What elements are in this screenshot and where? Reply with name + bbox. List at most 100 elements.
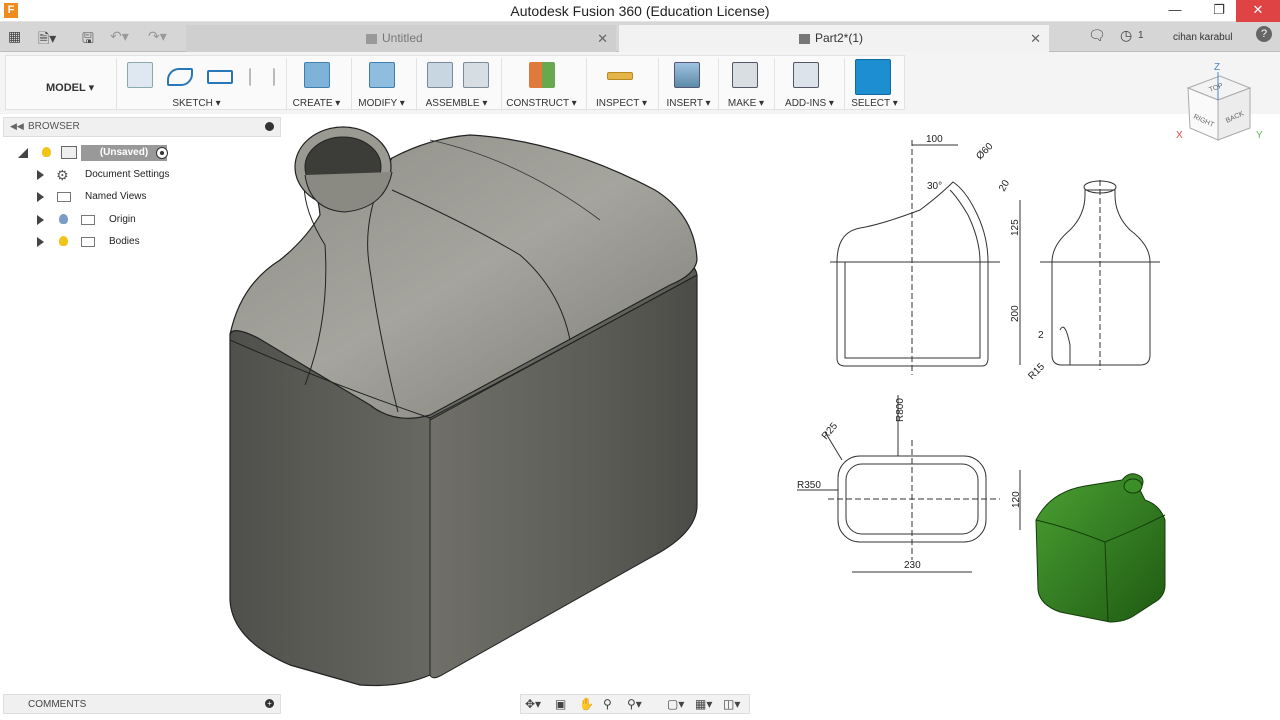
zoom-icon[interactable]: ⚲ [603,697,612,711]
dimension-icon[interactable] [249,68,275,86]
tab-part2[interactable]: Part2*(1) ✕ [619,25,1049,52]
construct-label: CONSTRUCT [506,98,569,109]
construct-group: CONSTRUCT ▾ [501,58,581,111]
collapse-icon[interactable] [18,148,28,158]
tree-item-label: Named Views [85,191,147,202]
component-icon [799,34,810,44]
sketch-menu[interactable]: SKETCH ▾ [117,98,276,109]
dim-r25: R25 [820,420,841,441]
browser-options-icon[interactable] [265,122,274,131]
bottle-3d-model[interactable] [229,126,698,687]
close-tab-icon[interactable]: ✕ [597,25,608,52]
insert-group: INSERT ▾ [658,58,718,111]
title-bar: F Autodesk Fusion 360 (Education License… [0,0,1280,22]
line-icon[interactable] [167,68,193,86]
viewcube-right-face: RIGHT [1192,113,1215,129]
tree-item-bodies[interactable]: Bodies [37,232,187,252]
collapse-panel-icon[interactable]: ◀◀ [10,121,24,132]
rectangle-icon[interactable] [207,70,233,84]
gear-icon: ⚙ [56,167,69,183]
visibility-bulb-icon[interactable] [42,147,51,157]
pan-icon[interactable]: ✋ [579,697,594,711]
make-menu[interactable]: MAKE ▾ [719,98,773,109]
viewports-icon[interactable]: ◫▾ [723,697,740,711]
insert-image-icon[interactable] [674,62,700,88]
dim-230: 230 [904,560,921,571]
select-icon[interactable] [855,59,891,95]
dim-r800: R800 [895,398,906,422]
3d-print-icon[interactable] [732,62,758,88]
dim-125: 125 [1010,219,1021,236]
folder-icon [81,215,95,225]
dim-20: 20 [997,178,1012,194]
inspect-menu[interactable]: INSPECT ▾ [587,98,656,109]
measure-icon[interactable] [607,72,633,80]
notifications-icon[interactable]: 🗨 [1088,27,1106,44]
help-icon[interactable]: ? [1256,26,1272,42]
assemble-menu[interactable]: ASSEMBLE ▾ [417,98,496,109]
assemble-label: ASSEMBLE [425,98,480,109]
drawing-dimensions: 100 Ø60 30° 20 125 200 2 R15 R800 R25 R3… [797,134,1047,571]
press-pull-icon[interactable] [369,62,395,88]
grid-icon[interactable]: ▦▾ [695,697,712,711]
expand-icon[interactable] [37,237,44,247]
offset-plane-icon[interactable] [529,62,555,88]
redo-icon[interactable]: ↷▾ [148,28,167,45]
tree-item-document-settings[interactable]: ⚙ Document Settings [37,165,187,185]
dim-120: 120 [1011,491,1022,508]
tree-item-label: Origin [109,214,136,225]
activate-dot [160,151,164,155]
visibility-bulb-icon[interactable] [59,236,68,246]
expand-icon[interactable] [37,170,44,180]
dim-2: 2 [1038,330,1044,341]
scripts-addins-icon[interactable] [793,62,819,88]
dim-angle-30: 30° [927,181,942,192]
undo-icon[interactable]: ↶▾ [110,28,129,45]
folder-icon [57,192,71,202]
tab-untitled[interactable]: Untitled ✕ [186,25,616,52]
close-window-button[interactable]: ✕ [1236,0,1280,22]
data-panel-icon[interactable]: ▦ [8,28,21,45]
fit-icon[interactable]: ⚲▾ [627,697,642,711]
insert-menu[interactable]: INSERT ▾ [659,98,718,109]
expand-icon[interactable] [37,215,44,225]
comments-panel[interactable]: COMMENTS + [3,694,281,714]
joint-icon[interactable] [463,62,489,88]
close-tab-icon[interactable]: ✕ [1030,25,1041,52]
orbit-icon[interactable]: ✥▾ [525,697,541,711]
dim-200: 200 [1010,305,1021,322]
browser-title: BROWSER [28,121,80,132]
root-component-label[interactable]: (Unsaved) [81,145,167,161]
browser-panel-header[interactable]: ◀◀ BROWSER [3,117,281,137]
create-sketch-icon[interactable] [127,62,153,88]
new-component-icon[interactable] [427,62,453,88]
workspace-switcher[interactable]: MODEL ▾ [46,81,94,94]
modify-label: MODIFY [358,98,397,109]
addins-group: ADD-INS ▾ [774,58,844,111]
create-menu[interactable]: CREATE ▾ [287,98,346,109]
restore-button[interactable]: ❐ [1202,0,1236,22]
modify-menu[interactable]: MODIFY ▾ [352,98,411,109]
select-menu[interactable]: SELECT ▾ [845,98,904,109]
tree-item-label: Bodies [109,236,140,247]
reference-drawing [797,140,1160,573]
tree-item-origin[interactable]: Origin [37,210,187,230]
job-status-icon[interactable]: ◷ [1120,27,1132,44]
modify-group: MODIFY ▾ [351,58,411,111]
look-at-icon[interactable]: ▣ [555,697,566,711]
addins-menu[interactable]: ADD-INS ▾ [775,98,844,109]
tree-item-named-views[interactable]: Named Views [37,187,187,207]
axis-x-label: X [1176,130,1183,141]
visibility-bulb-icon[interactable] [59,214,68,224]
display-settings-icon[interactable]: ▢▾ [667,697,684,711]
construct-menu[interactable]: CONSTRUCT ▾ [502,98,581,109]
extrude-icon[interactable] [304,62,330,88]
user-name[interactable]: cihan karabul [1173,32,1232,43]
minimize-button[interactable]: — [1158,0,1192,22]
tab-label: Untitled [382,31,423,45]
file-menu-icon[interactable]: 🗎▾ [38,28,56,52]
add-comment-icon[interactable]: + [265,699,274,708]
expand-icon[interactable] [37,192,44,202]
save-icon[interactable]: 🖫 [82,28,94,52]
tree-root[interactable]: (Unsaved) [18,143,178,163]
